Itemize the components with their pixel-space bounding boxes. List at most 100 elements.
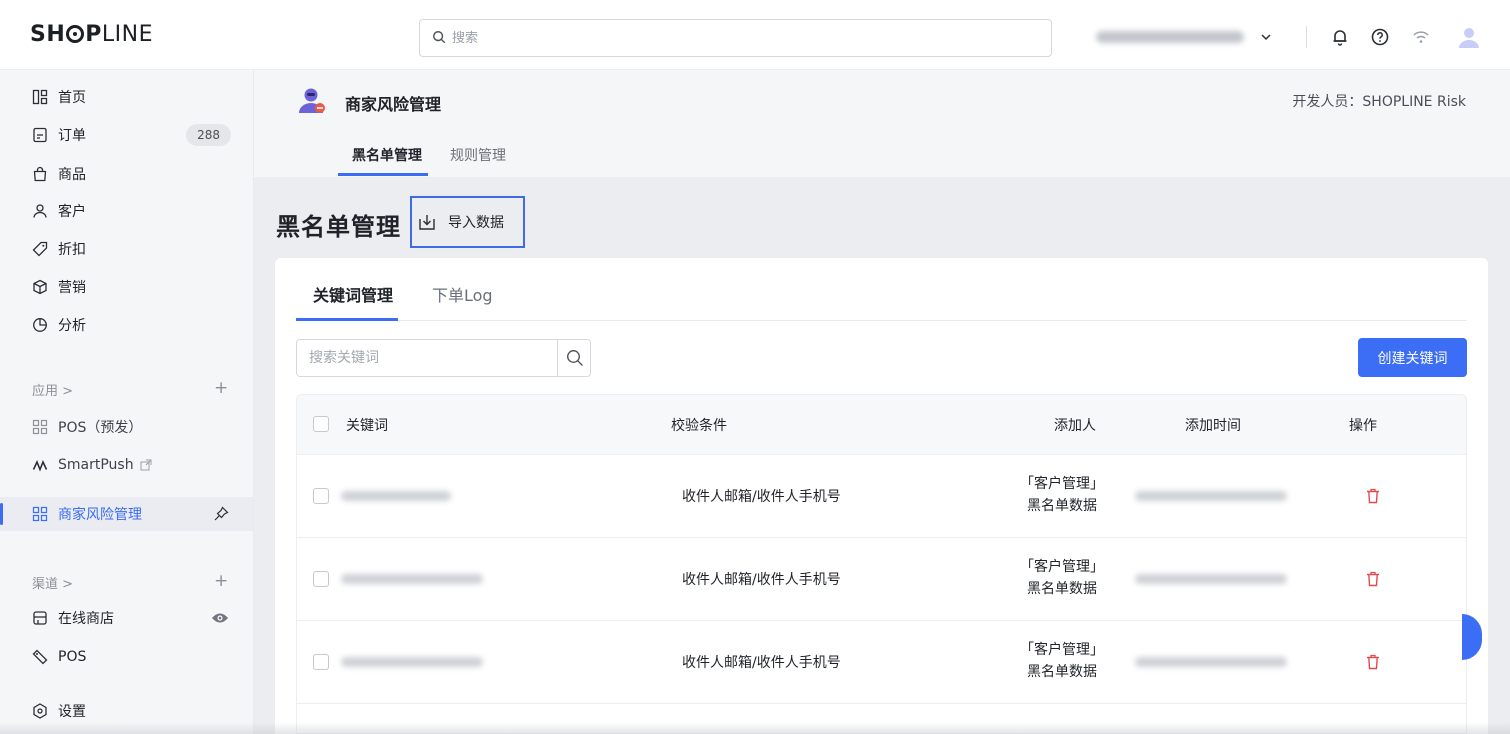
column-keyword: 关键词 bbox=[346, 418, 388, 434]
pin-icon[interactable] bbox=[213, 506, 229, 522]
user-avatar-icon[interactable] bbox=[1457, 25, 1481, 49]
condition-cell: 收件人邮箱/收件人手机号 bbox=[682, 489, 841, 505]
sidebar-item-label: 商家风险管理 bbox=[58, 507, 142, 523]
sidebar-item-smartpush[interactable]: SmartPush bbox=[0, 448, 253, 482]
sidebar-item-products[interactable]: 商品 bbox=[0, 157, 253, 191]
smartpush-icon bbox=[32, 459, 48, 472]
store-selector[interactable] bbox=[1096, 24, 1286, 50]
delete-icon[interactable] bbox=[1366, 571, 1380, 587]
sidebar-item-marketing[interactable]: 营销 bbox=[0, 270, 253, 304]
import-icon bbox=[419, 215, 435, 230]
sidebar-item-label: 首页 bbox=[58, 90, 86, 106]
app-grid-icon bbox=[32, 419, 48, 435]
table-row: 收件人邮箱/收件人手机号 「客户管理」 黑名单数据 bbox=[297, 455, 1466, 538]
app-header: 商家风险管理 开发人员：SHOPLINE Risk 黑名单管理 规则管理 bbox=[254, 70, 1510, 177]
active-tab-indicator bbox=[338, 173, 428, 176]
tab-order-log[interactable]: 下单Log bbox=[432, 282, 493, 306]
bell-icon[interactable] bbox=[1330, 27, 1350, 47]
row-checkbox[interactable] bbox=[313, 571, 329, 587]
sidebar-item-pos[interactable]: POS bbox=[0, 640, 253, 674]
table-header: 关键词 校验条件 添加人 添加时间 操作 bbox=[297, 395, 1466, 455]
delete-icon[interactable] bbox=[1366, 654, 1380, 670]
help-icon[interactable] bbox=[1370, 27, 1390, 47]
global-search-input[interactable] bbox=[452, 27, 1012, 49]
sidebar-item-label: 在线商店 bbox=[58, 611, 114, 627]
bag-icon bbox=[33, 166, 47, 182]
delete-icon[interactable] bbox=[1366, 488, 1380, 504]
channels-group-header[interactable]: 渠道 > + bbox=[32, 571, 228, 592]
column-added-time: 添加时间 bbox=[1185, 418, 1241, 434]
eye-icon[interactable] bbox=[211, 611, 229, 625]
sidebar-item-discounts[interactable]: 折扣 bbox=[0, 232, 253, 266]
page-title: 黑名单管理 bbox=[276, 213, 401, 241]
import-data-button[interactable]: 导入数据 bbox=[410, 196, 525, 248]
sidebar-item-merchant-risk[interactable]: 商家风险管理 bbox=[0, 497, 253, 531]
search-icon bbox=[566, 350, 583, 366]
tab-blacklist[interactable]: 黑名单管理 bbox=[352, 145, 422, 165]
keyword-search[interactable] bbox=[296, 339, 591, 377]
add-app-icon[interactable]: + bbox=[214, 378, 228, 398]
order-count-badge: 288 bbox=[186, 124, 231, 146]
app-grid-icon bbox=[32, 506, 48, 522]
sidebar-item-label: 订单 bbox=[58, 128, 86, 144]
logo-o-mark bbox=[66, 25, 85, 43]
adder-line: 「客户管理」 bbox=[1020, 559, 1104, 575]
row-checkbox[interactable] bbox=[313, 654, 329, 670]
settings-icon bbox=[33, 703, 47, 719]
sidebar-item-pos-preview[interactable]: POS（预发） bbox=[0, 410, 253, 444]
home-icon bbox=[32, 89, 48, 105]
row-checkbox[interactable] bbox=[313, 488, 329, 504]
search-icon bbox=[433, 31, 446, 44]
sidebar-item-orders[interactable]: 订单 288 bbox=[0, 118, 253, 152]
app-title: 商家风险管理 bbox=[345, 95, 442, 114]
sidebar-item-home[interactable]: 首页 bbox=[0, 80, 253, 114]
sidebar-item-customers[interactable]: 客户 bbox=[0, 194, 253, 228]
developer-info: 开发人员：SHOPLINE Risk bbox=[1292, 94, 1466, 110]
sidebar-item-label: 商品 bbox=[58, 167, 86, 183]
adder-line: 「客户管理」 bbox=[1020, 476, 1104, 492]
sidebar-item-online-store[interactable]: 在线商店 bbox=[0, 601, 253, 635]
table-row: 收件人邮箱/收件人手机号 「客户管理」 黑名单数据 bbox=[297, 538, 1466, 621]
keyword-search-button[interactable] bbox=[557, 340, 591, 376]
sidebar-item-label: 折扣 bbox=[58, 242, 86, 258]
create-keyword-button[interactable]: 创建关键词 bbox=[1358, 338, 1467, 377]
sidebar-item-label: SmartPush bbox=[58, 457, 134, 473]
adder-cell: 「客户管理」 黑名单数据 bbox=[1017, 639, 1107, 683]
sidebar-item-analytics[interactable]: 分析 bbox=[0, 308, 253, 342]
sidebar-item-label: POS（预发） bbox=[58, 420, 143, 436]
marketing-icon bbox=[33, 279, 47, 295]
shopline-logo[interactable]: SH PLINE bbox=[30, 22, 153, 47]
keyword-card: 关键词管理 下单Log 创建关键词 关键词 校验条件 添加人 添加时间 操作 收… bbox=[275, 258, 1488, 734]
apps-group-label: 应用 > bbox=[32, 384, 74, 399]
keyword-search-input[interactable] bbox=[309, 348, 549, 368]
sidebar-item-label: 营销 bbox=[58, 280, 86, 296]
adder-cell: 「客户管理」 黑名单数据 bbox=[1017, 473, 1107, 517]
analytics-icon bbox=[33, 318, 47, 332]
table-row: 收件人邮箱/收件人手机号 「客户管理」 黑名单数据 bbox=[297, 621, 1466, 704]
adder-line: 黑名单数据 bbox=[1027, 498, 1097, 514]
merchant-risk-app-icon bbox=[299, 88, 325, 113]
customer-icon bbox=[33, 204, 47, 218]
adder-line: 黑名单数据 bbox=[1027, 664, 1097, 680]
apps-group-header[interactable]: 应用 > + bbox=[32, 378, 228, 399]
keyword-value-redacted bbox=[341, 574, 483, 584]
tab-keyword-management[interactable]: 关键词管理 bbox=[313, 282, 393, 306]
keyword-table: 关键词 校验条件 添加人 添加时间 操作 收件人邮箱/收件人手机号 「客户管理」… bbox=[296, 394, 1467, 734]
wifi-icon[interactable] bbox=[1411, 27, 1431, 47]
active-card-tab-indicator bbox=[296, 318, 398, 321]
tab-rules[interactable]: 规则管理 bbox=[450, 145, 506, 165]
import-data-label: 导入数据 bbox=[448, 215, 504, 231]
global-search[interactable] bbox=[419, 19, 1052, 57]
sidebar-item-label: 设置 bbox=[58, 704, 86, 720]
add-channel-icon[interactable]: + bbox=[214, 571, 228, 591]
condition-cell: 收件人邮箱/收件人手机号 bbox=[682, 655, 841, 671]
adder-cell: 「客户管理」 黑名单数据 bbox=[1017, 556, 1107, 600]
added-time-redacted bbox=[1135, 574, 1287, 584]
added-time-redacted bbox=[1135, 657, 1287, 667]
order-icon bbox=[33, 127, 47, 143]
divider bbox=[1306, 26, 1307, 48]
store-name-redacted bbox=[1096, 31, 1244, 43]
select-all-checkbox[interactable] bbox=[313, 416, 329, 432]
sidebar-item-label: POS bbox=[58, 649, 87, 665]
external-link-icon bbox=[140, 459, 152, 471]
